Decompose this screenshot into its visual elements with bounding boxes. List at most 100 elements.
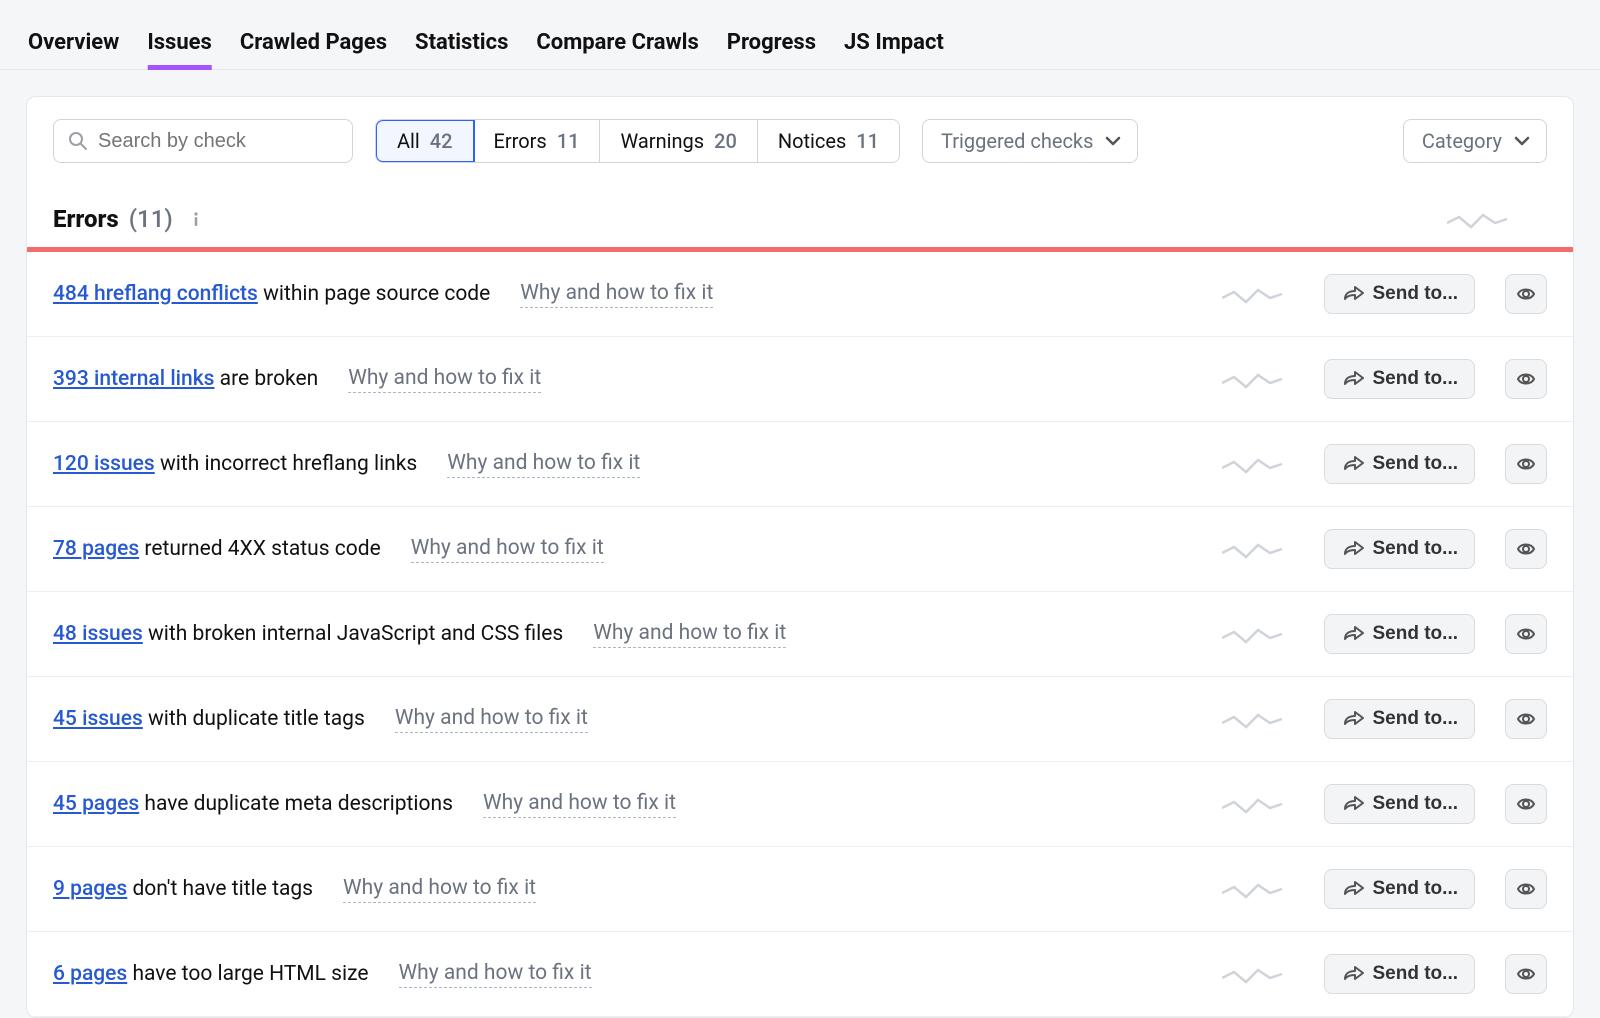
send-to-button[interactable]: Send to... xyxy=(1324,699,1476,739)
why-how-link[interactable]: Why and how to fix it xyxy=(399,961,592,988)
issue-link[interactable]: 9 pages xyxy=(53,877,127,901)
tab-compare-crawls[interactable]: Compare Crawls xyxy=(536,24,698,69)
share-arrow-icon xyxy=(1341,795,1365,813)
segment-errors[interactable]: Errors 11 xyxy=(474,120,601,162)
tab-overview[interactable]: Overview xyxy=(28,24,119,69)
issue-rest: returned 4XX status code xyxy=(139,537,381,561)
send-to-button[interactable]: Send to... xyxy=(1324,274,1476,314)
tab-statistics[interactable]: Statistics xyxy=(415,24,508,69)
issue-link[interactable]: 393 internal links xyxy=(53,367,214,391)
search-input[interactable] xyxy=(98,130,338,153)
send-to-button[interactable]: Send to... xyxy=(1324,784,1476,824)
row-sparkline xyxy=(1222,624,1286,644)
search-icon xyxy=(68,131,88,151)
row-sparkline xyxy=(1222,454,1286,474)
issue-rest: are broken xyxy=(214,367,318,391)
segment-count: 11 xyxy=(557,129,580,153)
triggered-checks-dropdown[interactable]: Triggered checks xyxy=(922,119,1138,163)
button-label: Send to... xyxy=(1373,368,1459,390)
send-to-button[interactable]: Send to... xyxy=(1324,529,1476,569)
view-button[interactable] xyxy=(1505,784,1547,824)
category-dropdown[interactable]: Category xyxy=(1403,119,1547,163)
send-to-button[interactable]: Send to... xyxy=(1324,444,1476,484)
segment-count: 42 xyxy=(430,129,453,153)
issue-rest: have too large HTML size xyxy=(127,962,368,986)
issue-row: 78 pages returned 4XX status code Why an… xyxy=(27,507,1573,592)
issue-text: 484 hreflang conflicts within page sourc… xyxy=(53,282,490,306)
view-button[interactable] xyxy=(1505,274,1547,314)
issue-link[interactable]: 484 hreflang conflicts xyxy=(53,282,258,306)
send-to-button[interactable]: Send to... xyxy=(1324,954,1476,994)
view-button[interactable] xyxy=(1505,359,1547,399)
view-button[interactable] xyxy=(1505,444,1547,484)
issue-text: 120 issues with incorrect hreflang links xyxy=(53,452,417,476)
send-to-button[interactable]: Send to... xyxy=(1324,869,1476,909)
eye-icon xyxy=(1516,964,1536,984)
why-how-link[interactable]: Why and how to fix it xyxy=(395,706,588,733)
issue-text: 78 pages returned 4XX status code xyxy=(53,537,381,561)
share-arrow-icon xyxy=(1341,965,1365,983)
button-label: Send to... xyxy=(1373,878,1459,900)
issue-row: 48 issues with broken internal JavaScrip… xyxy=(27,592,1573,677)
search-input-wrap[interactable] xyxy=(53,119,353,163)
tab-progress[interactable]: Progress xyxy=(727,24,816,69)
share-arrow-icon xyxy=(1341,710,1365,728)
issue-link[interactable]: 45 issues xyxy=(53,707,143,731)
segment-notices[interactable]: Notices 11 xyxy=(758,120,899,162)
issue-text: 9 pages don't have title tags xyxy=(53,877,313,901)
row-sparkline xyxy=(1222,539,1286,559)
section-header: Errors (11) xyxy=(27,181,1573,247)
tab-js-impact[interactable]: JS Impact xyxy=(844,24,944,69)
share-arrow-icon xyxy=(1341,455,1365,473)
segment-all[interactable]: All 42 xyxy=(375,119,475,163)
why-how-link[interactable]: Why and how to fix it xyxy=(348,366,541,393)
why-how-link[interactable]: Why and how to fix it xyxy=(411,536,604,563)
dropdown-label: Triggered checks xyxy=(941,129,1093,153)
view-button[interactable] xyxy=(1505,954,1547,994)
issue-link[interactable]: 6 pages xyxy=(53,962,127,986)
issue-row: 9 pages don't have title tags Why and ho… xyxy=(27,847,1573,932)
issues-card: All 42 Errors 11 Warnings 20 Notices 11 … xyxy=(26,96,1574,1018)
tab-issues[interactable]: Issues xyxy=(147,24,212,69)
why-how-link[interactable]: Why and how to fix it xyxy=(343,876,536,903)
issue-text: 393 internal links are broken xyxy=(53,367,318,391)
button-label: Send to... xyxy=(1373,708,1459,730)
why-how-link[interactable]: Why and how to fix it xyxy=(593,621,786,648)
eye-icon xyxy=(1516,284,1536,304)
issue-link[interactable]: 78 pages xyxy=(53,537,139,561)
row-sparkline xyxy=(1222,369,1286,389)
share-arrow-icon xyxy=(1341,880,1365,898)
issue-link[interactable]: 45 pages xyxy=(53,792,139,816)
issue-link[interactable]: 48 issues xyxy=(53,622,143,646)
issue-rest: with incorrect hreflang links xyxy=(155,452,418,476)
issue-link[interactable]: 120 issues xyxy=(53,452,155,476)
section-sparkline xyxy=(1447,209,1511,229)
send-to-button[interactable]: Send to... xyxy=(1324,359,1476,399)
filters-bar: All 42 Errors 11 Warnings 20 Notices 11 … xyxy=(27,97,1573,181)
segment-warnings[interactable]: Warnings 20 xyxy=(600,120,757,162)
view-button[interactable] xyxy=(1505,869,1547,909)
info-icon[interactable] xyxy=(187,210,205,228)
segment-count: 11 xyxy=(856,129,879,153)
why-how-link[interactable]: Why and how to fix it xyxy=(483,791,676,818)
issue-row: 484 hreflang conflicts within page sourc… xyxy=(27,252,1573,337)
why-how-link[interactable]: Why and how to fix it xyxy=(447,451,640,478)
eye-icon xyxy=(1516,369,1536,389)
issue-rest: don't have title tags xyxy=(127,877,313,901)
view-button[interactable] xyxy=(1505,529,1547,569)
dropdown-label: Category xyxy=(1422,129,1502,153)
issue-rest: have duplicate meta descriptions xyxy=(139,792,453,816)
issue-text: 45 pages have duplicate meta description… xyxy=(53,792,453,816)
send-to-button[interactable]: Send to... xyxy=(1324,614,1476,654)
eye-icon xyxy=(1516,794,1536,814)
why-how-link[interactable]: Why and how to fix it xyxy=(520,281,713,308)
issue-rest: with broken internal JavaScript and CSS … xyxy=(143,622,563,646)
eye-icon xyxy=(1516,879,1536,899)
view-button[interactable] xyxy=(1505,699,1547,739)
tab-crawled-pages[interactable]: Crawled Pages xyxy=(240,24,387,69)
view-button[interactable] xyxy=(1505,614,1547,654)
segment-count: 20 xyxy=(714,129,737,153)
severity-segments: All 42 Errors 11 Warnings 20 Notices 11 xyxy=(375,119,900,163)
share-arrow-icon xyxy=(1341,285,1365,303)
segment-label: Errors xyxy=(494,129,547,153)
